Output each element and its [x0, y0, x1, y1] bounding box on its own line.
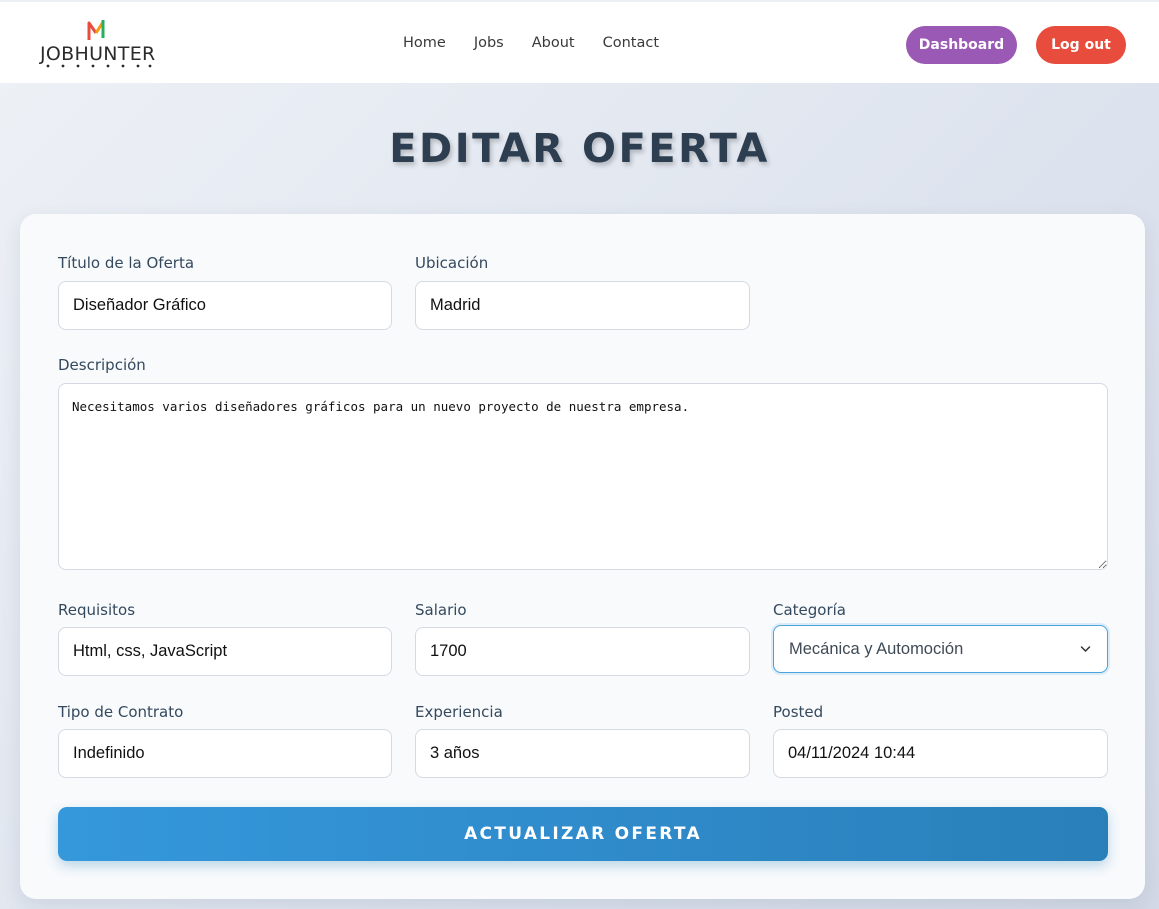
dashboard-button[interactable]: Dashboard: [906, 26, 1017, 64]
logo-mark-icon: [87, 20, 105, 40]
nav-link-about[interactable]: About: [532, 35, 575, 51]
requisitos-label: Requisitos: [58, 601, 136, 619]
ubicacion-label: Ubicación: [415, 254, 489, 272]
nav-link-contact[interactable]: Contact: [603, 35, 659, 51]
navbar: JOBHUNTER Home Jobs About Contact Dashbo…: [0, 0, 1159, 83]
categoria-select[interactable]: Mecánica y Automoción: [773, 625, 1108, 673]
titulo-label: Título de la Oferta: [58, 254, 195, 272]
descripcion-textarea[interactable]: Necesitamos varios diseñadores gráficos …: [58, 383, 1108, 570]
edit-offer-form: Título de la Oferta Ubicación Descripció…: [20, 214, 1145, 899]
categoria-label: Categoría: [773, 601, 847, 619]
experiencia-label: Experiencia: [415, 703, 503, 721]
chevron-down-icon: [1080, 646, 1091, 652]
categoria-selected-value: Mecánica y Automoción: [789, 640, 964, 658]
posted-input[interactable]: [773, 729, 1108, 778]
nav-link-home[interactable]: Home: [403, 35, 446, 51]
salario-label: Salario: [415, 601, 467, 619]
main-nav: Home Jobs About Contact: [403, 35, 687, 51]
posted-label: Posted: [773, 703, 824, 721]
tipo-contrato-label: Tipo de Contrato: [58, 703, 184, 721]
requisitos-input[interactable]: [58, 627, 392, 676]
ubicacion-input[interactable]: [415, 281, 750, 330]
experiencia-input[interactable]: [415, 729, 750, 778]
tipo-contrato-input[interactable]: [58, 729, 392, 778]
titulo-input[interactable]: [58, 281, 392, 330]
update-offer-button[interactable]: ACTUALIZAR OFERTA: [58, 807, 1108, 861]
logo-dots-icon: [46, 64, 152, 68]
logo-text: JOBHUNTER: [40, 43, 156, 65]
descripcion-label: Descripción: [58, 356, 146, 374]
logout-button[interactable]: Log out: [1036, 26, 1126, 64]
nav-link-jobs[interactable]: Jobs: [474, 35, 504, 51]
logo[interactable]: JOBHUNTER: [40, 16, 155, 72]
page-title: EDITAR OFERTA: [389, 126, 770, 172]
salario-input[interactable]: [415, 627, 750, 676]
